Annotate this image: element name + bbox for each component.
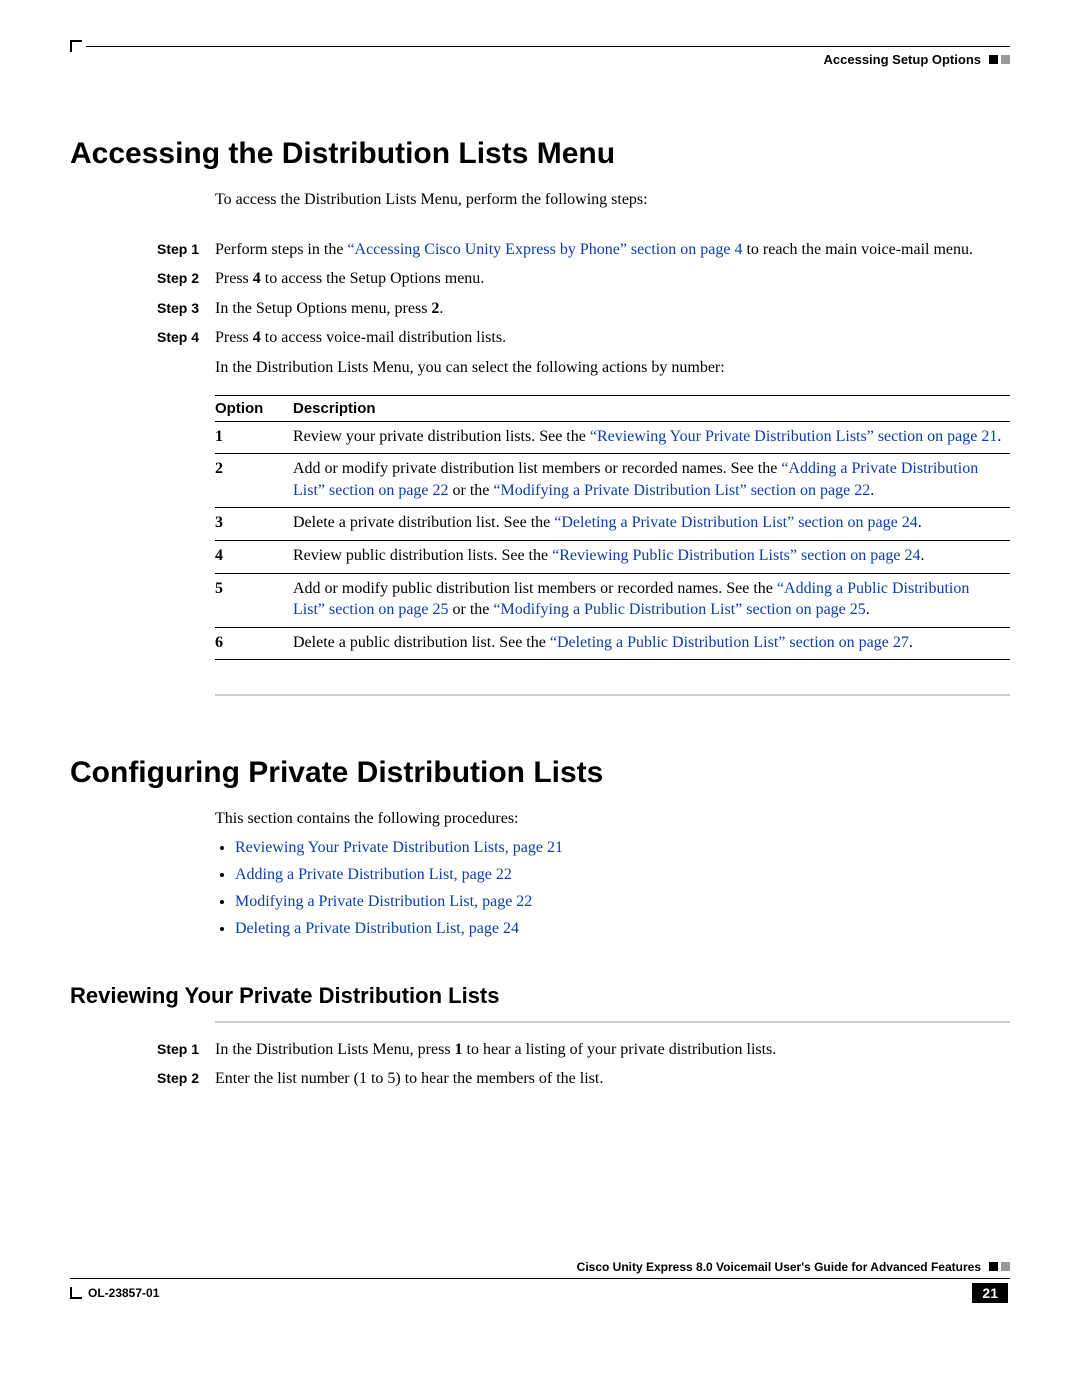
link-deleting-public-list[interactable]: “Deleting a Public Distribution List” se…	[550, 634, 909, 651]
table-row: 4 Review public distribution lists. See …	[215, 540, 1010, 573]
subsection-divider	[215, 1021, 1010, 1023]
header-section-label: Accessing Setup Options	[824, 52, 981, 67]
options-table: Option Description 1 Review your private…	[215, 395, 1010, 661]
option-desc: Add or modify private distribution list …	[293, 454, 1010, 508]
table-row: 6 Delete a public distribution list. See…	[215, 627, 1010, 660]
option-number: 1	[215, 421, 293, 454]
link-deleting-private-list[interactable]: “Deleting a Private Distribution List” s…	[554, 514, 917, 531]
list-item: Deleting a Private Distribution List, pa…	[235, 915, 1010, 942]
link-accessing-cue-by-phone[interactable]: “Accessing Cisco Unity Express by Phone”…	[347, 241, 742, 258]
step-row: Step 4 Press 4 to access voice-mail dist…	[70, 327, 1010, 349]
step-label: Step 4	[70, 327, 215, 349]
list-item: Modifying a Private Distribution List, p…	[235, 888, 1010, 915]
step-row: Step 1 In the Distribution Lists Menu, p…	[70, 1039, 1010, 1061]
list-item: Reviewing Your Private Distribution List…	[235, 834, 1010, 861]
option-number: 3	[215, 508, 293, 541]
link-modifying-public-list[interactable]: “Modifying a Public Distribution List” s…	[493, 601, 865, 618]
link-reviewing-private-lists[interactable]: “Reviewing Your Private Distribution Lis…	[590, 428, 998, 445]
procedures-list: Reviewing Your Private Distribution List…	[215, 834, 1010, 943]
step-label: Step 2	[70, 268, 215, 290]
table-row: 3 Delete a private distribution list. Se…	[215, 508, 1010, 541]
step-text: In the Distribution Lists Menu, press 1 …	[215, 1039, 1010, 1061]
s1-subtext: In the Distribution Lists Menu, you can …	[215, 357, 1010, 379]
step-text: Press 4 to access voice-mail distributio…	[215, 327, 1010, 349]
step-label: Step 3	[70, 298, 215, 320]
option-desc: Add or modify public distribution list m…	[293, 573, 1010, 627]
step-label: Step 2	[70, 1068, 215, 1090]
option-number: 4	[215, 540, 293, 573]
step-text: In the Setup Options menu, press 2.	[215, 298, 1010, 320]
s2-intro: This section contains the following proc…	[215, 808, 1010, 830]
link-modifying-private-list-proc[interactable]: Modifying a Private Distribution List, p…	[235, 893, 532, 910]
step-row: Step 2 Press 4 to access the Setup Optio…	[70, 268, 1010, 290]
page-number: 21	[972, 1283, 1008, 1303]
corner-tick-bl	[70, 1287, 82, 1299]
th-option: Option	[215, 395, 293, 421]
heading-configuring-private-distribution-lists: Configuring Private Distribution Lists	[70, 756, 1010, 790]
option-desc: Delete a private distribution list. See …	[293, 508, 1010, 541]
heading-reviewing-private-distribution-lists: Reviewing Your Private Distribution List…	[70, 983, 1010, 1009]
list-item: Adding a Private Distribution List, page…	[235, 861, 1010, 888]
th-description: Description	[293, 395, 1010, 421]
option-number: 6	[215, 627, 293, 660]
option-number: 2	[215, 454, 293, 508]
step-row: Step 3 In the Setup Options menu, press …	[70, 298, 1010, 320]
option-desc: Delete a public distribution list. See t…	[293, 627, 1010, 660]
option-desc: Review public distribution lists. See th…	[293, 540, 1010, 573]
heading-accessing-distribution-lists-menu: Accessing the Distribution Lists Menu	[70, 137, 1010, 171]
header-marker-icon	[989, 55, 1010, 64]
link-deleting-private-list-proc[interactable]: Deleting a Private Distribution List, pa…	[235, 920, 519, 937]
footer-marker-icon	[989, 1262, 1010, 1271]
table-row: 1 Review your private distribution lists…	[215, 421, 1010, 454]
top-rule	[86, 46, 1010, 47]
step-row: Step 2 Enter the list number (1 to 5) to…	[70, 1068, 1010, 1090]
link-reviewing-public-lists[interactable]: “Reviewing Public Distribution Lists” se…	[552, 547, 920, 564]
table-row: 5 Add or modify public distribution list…	[215, 573, 1010, 627]
corner-tick-tl	[70, 40, 82, 52]
option-desc: Review your private distribution lists. …	[293, 421, 1010, 454]
step-label: Step 1	[70, 1039, 215, 1061]
page-footer: Cisco Unity Express 8.0 Voicemail User's…	[70, 1260, 1010, 1303]
step-text: Enter the list number (1 to 5) to hear t…	[215, 1068, 1010, 1090]
step-text: Perform steps in the “Accessing Cisco Un…	[215, 239, 1010, 261]
link-modifying-private-list[interactable]: “Modifying a Private Distribution List” …	[493, 482, 870, 499]
footer-guide-title: Cisco Unity Express 8.0 Voicemail User's…	[577, 1260, 981, 1274]
footer-doc-id: OL-23857-01	[88, 1286, 159, 1300]
section-divider	[215, 694, 1010, 696]
s1-intro: To access the Distribution Lists Menu, p…	[215, 189, 1010, 211]
table-row: 2 Add or modify private distribution lis…	[215, 454, 1010, 508]
link-reviewing-private-lists-proc[interactable]: Reviewing Your Private Distribution List…	[235, 839, 563, 856]
link-adding-private-list-proc[interactable]: Adding a Private Distribution List, page…	[235, 866, 512, 883]
step-label: Step 1	[70, 239, 215, 261]
option-number: 5	[215, 573, 293, 627]
step-text: Press 4 to access the Setup Options menu…	[215, 268, 1010, 290]
step-row: Step 1 Perform steps in the “Accessing C…	[70, 239, 1010, 261]
